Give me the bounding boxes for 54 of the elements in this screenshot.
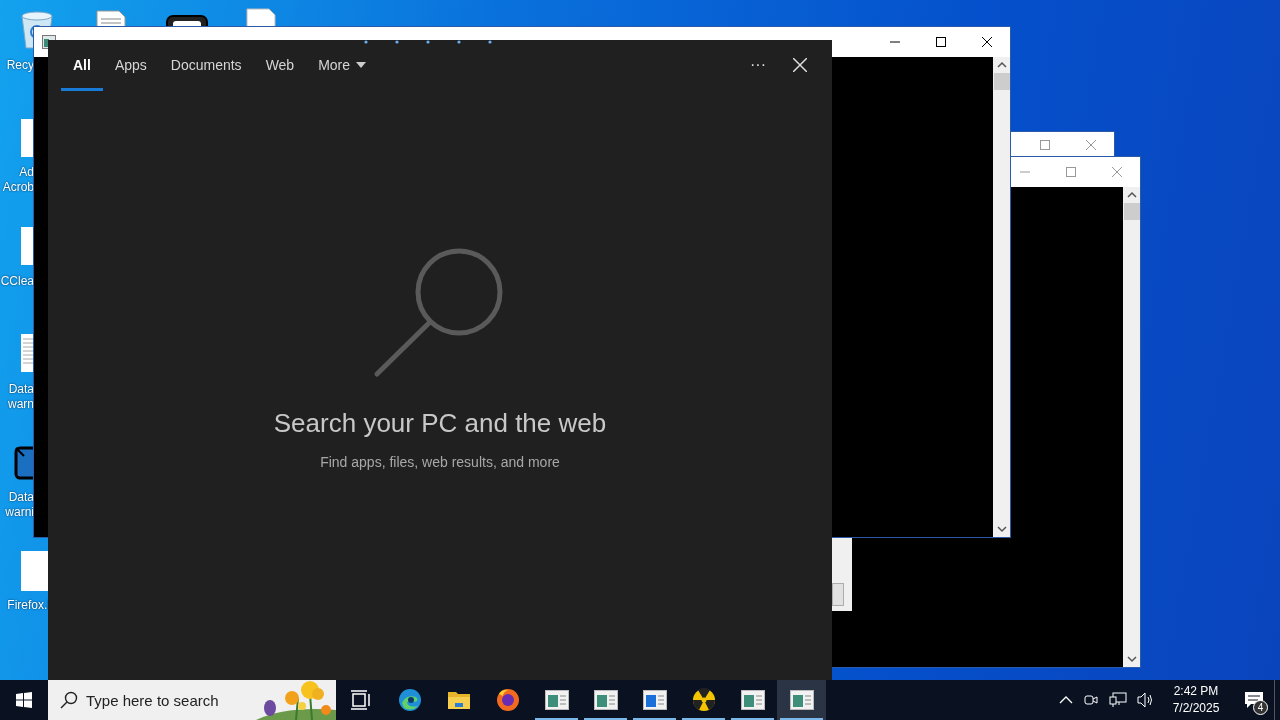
taskbar-app[interactable] — [777, 680, 826, 720]
scrollbar[interactable] — [1123, 187, 1140, 667]
page-icon[interactable] — [20, 550, 48, 592]
radiation-icon — [691, 688, 716, 712]
volume-icon[interactable] — [1137, 692, 1155, 708]
task-view-icon — [349, 690, 372, 710]
progress-dots-icon — [364, 40, 494, 44]
empty-state-text: Find apps, files, web results, and more — [320, 453, 560, 471]
tab[interactable]: Web — [253, 40, 307, 91]
icon-label: CClea — [0, 274, 34, 289]
icon-label: Data warn — [7, 382, 34, 412]
window-icon — [642, 690, 667, 710]
close-icon — [1086, 139, 1096, 150]
browser-icon — [397, 688, 422, 712]
tab[interactable]: All — [61, 40, 103, 91]
search-icon — [60, 691, 78, 709]
tab[interactable]: Apps — [102, 40, 159, 91]
count-badge: 4 — [1253, 700, 1268, 715]
date-text: 7/2/2025 — [1172, 700, 1220, 717]
window-icon — [789, 690, 814, 710]
maximize-icon — [1040, 139, 1050, 150]
options-button[interactable]: ··· — [738, 52, 778, 78]
network-icon[interactable] — [1109, 692, 1127, 708]
document-icon[interactable] — [95, 10, 127, 27]
notifications-button[interactable]: 4 — [1234, 680, 1274, 720]
search-bar[interactable]: Type here to search — [48, 680, 336, 720]
tab[interactable]: More — [306, 40, 379, 91]
icon-label: Data warni — [4, 490, 34, 520]
browser-icon — [495, 688, 520, 712]
icon-label: Recy — [5, 58, 34, 73]
tab[interactable]: Documents — [158, 40, 254, 91]
window-icon — [740, 690, 765, 710]
empty-state-heading: Search your PC and the web — [273, 407, 607, 439]
caret-icon — [356, 62, 367, 68]
app-icon[interactable] — [14, 446, 34, 480]
chevron-up-icon[interactable] — [1059, 696, 1073, 704]
icon-label: Firefox.l — [6, 598, 50, 613]
scroll-thumb[interactable] — [993, 73, 1010, 90]
time-text: 2:42 PM — [1173, 683, 1219, 700]
clock[interactable]: 2:42 PM 7/2/2025 — [1166, 683, 1226, 717]
close-icon — [793, 58, 807, 72]
close-icon — [1112, 167, 1122, 177]
scrollbar[interactable] — [993, 57, 1010, 537]
icon-label: Ad Acrob — [1, 165, 34, 195]
scroll-thumb[interactable] — [1123, 203, 1140, 220]
window-icon — [544, 690, 569, 710]
close-icon — [982, 37, 992, 47]
search-field[interactable]: Type here to search — [86, 691, 266, 709]
maximize-icon — [1066, 167, 1076, 177]
window-icon — [593, 690, 618, 710]
camera-icon[interactable] — [1083, 692, 1099, 708]
windows-logo-icon — [16, 692, 32, 708]
folder-icon — [446, 690, 471, 710]
maximize-icon — [936, 37, 946, 47]
